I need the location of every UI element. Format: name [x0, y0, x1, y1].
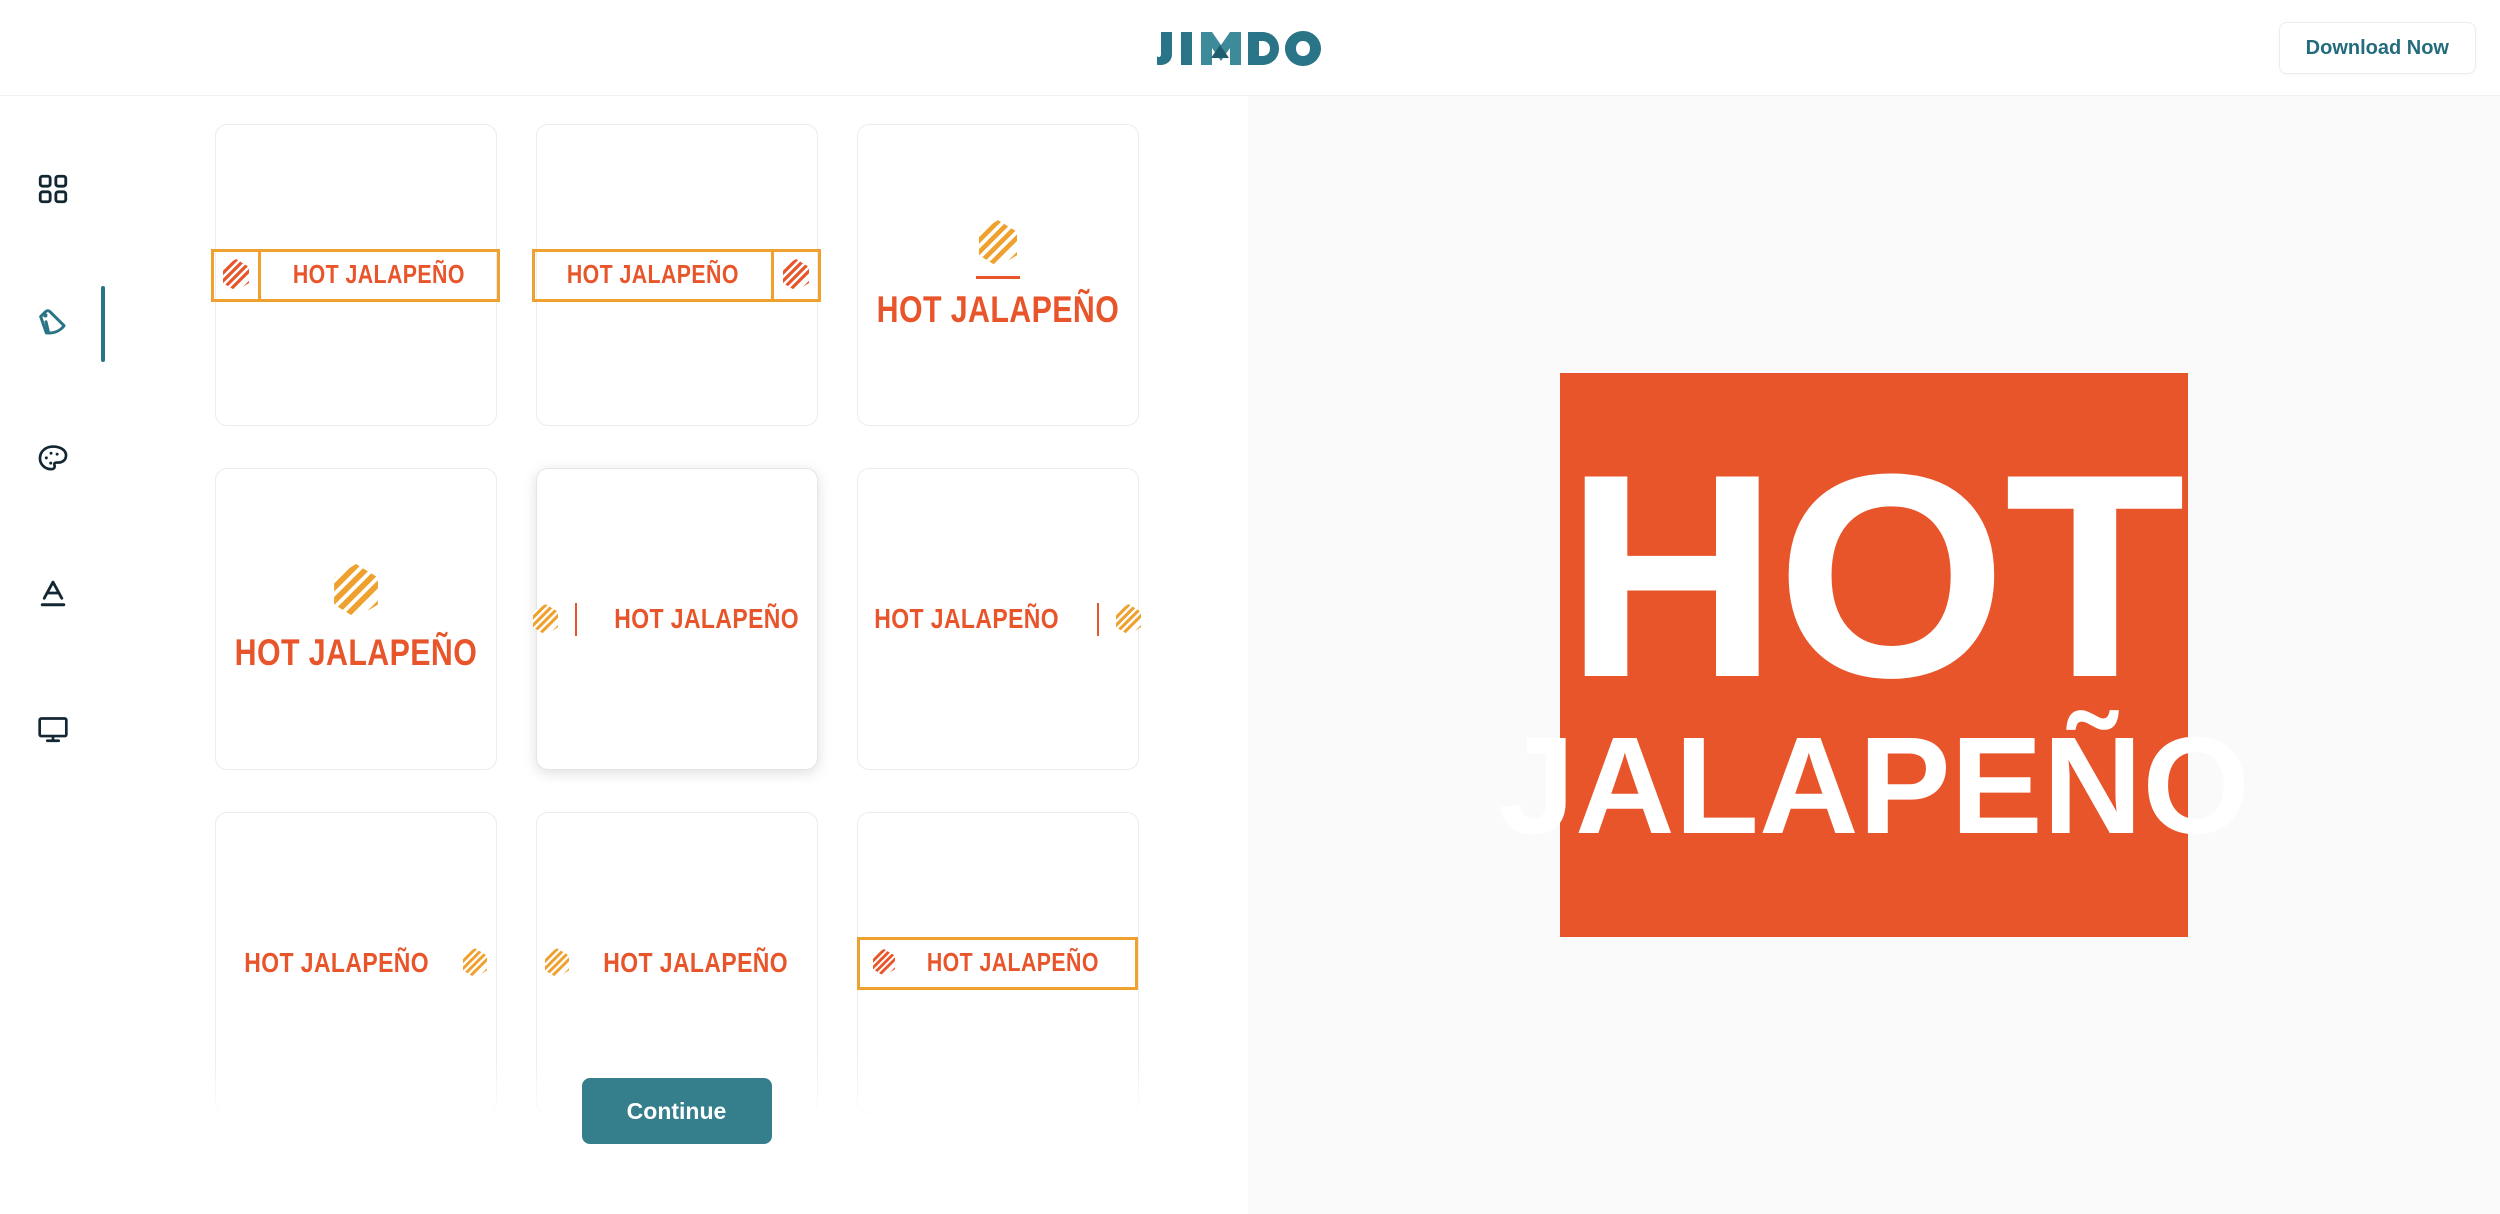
logo-brand-text: HOT JALAPEÑO [567, 258, 739, 289]
logo-lockup: HOT JALAPEÑO [208, 564, 504, 674]
monitor-icon [37, 716, 68, 742]
logo-preview-panel: HOT JALAPEÑO [1248, 96, 2500, 1214]
download-now-label: Download Now [2305, 36, 2449, 59]
logo-card-7[interactable]: HOT JALAPEÑO [214, 812, 497, 1114]
logo-brand-text: HOT JALAPEÑO [927, 946, 1099, 977]
logo-lockup: HOT JALAPEÑO [532, 248, 821, 302]
logo-brand-text: HOT JALAPEÑO [234, 632, 477, 673]
sidebar-item-logo[interactable] [0, 256, 105, 391]
logo-mark-cell [774, 252, 818, 299]
app-header: Download Now [0, 0, 2500, 96]
grid-icon [38, 174, 67, 203]
preview-line-1: HOT [1564, 413, 2185, 738]
hex-stripes-icon [873, 948, 896, 976]
logo-variant-grid: HOT JALAPEÑO HOT JALAPEÑO HOT JALAPEÑO H… [105, 96, 1248, 1114]
hex-stripes-icon [533, 603, 559, 635]
logo-preview: HOT JALAPEÑO [1498, 373, 2250, 937]
logo-lockup: HOT JALAPEÑO [533, 602, 819, 636]
continue-button[interactable]: Continue [581, 1078, 772, 1144]
hex-stripes-icon [463, 948, 488, 978]
palette-icon [38, 444, 67, 471]
sidebar-item-colors[interactable] [0, 391, 105, 526]
logo-text-cell: HOT JALAPEÑO [535, 252, 771, 299]
logo-brand-text: HOT JALAPEÑO [876, 288, 1119, 330]
preview-line-2: JALAPEÑO [1498, 709, 2250, 864]
left-sidebar [0, 96, 105, 1214]
logo-card-3[interactable]: HOT JALAPEÑO [856, 124, 1139, 426]
logo-card-6[interactable]: HOT JALAPEÑO [854, 468, 1141, 770]
logo-text-cell: HOT JALAPEÑO [261, 252, 497, 299]
tag-icon [38, 308, 66, 335]
logo-lockup: HOT JALAPEÑO [224, 947, 488, 979]
logo-lockup: HOT JALAPEÑO [857, 936, 1138, 990]
logo-brand-text: HOT JALAPEÑO [614, 603, 800, 634]
jimdo-wordmark-icon [1157, 30, 1321, 66]
logo-card-2[interactable]: HOT JALAPEÑO [532, 124, 821, 426]
logo-brand-text: HOT JALAPEÑO [244, 947, 429, 978]
jimdo-logo [1157, 28, 1343, 68]
logo-card-8[interactable]: HOT JALAPEÑO [535, 812, 818, 1114]
text-format-icon [40, 580, 65, 606]
download-now-button[interactable]: Download Now [2278, 22, 2476, 74]
logo-brand-text: HOT JALAPEÑO [874, 603, 1060, 634]
lockup-divider [1096, 602, 1099, 636]
logo-lockup: HOT JALAPEÑO [850, 219, 1146, 331]
lockup-divider [575, 602, 578, 636]
hex-stripes-icon [782, 259, 809, 291]
logo-variant-picker: HOT JALAPEÑO HOT JALAPEÑO HOT JALAPEÑO H… [105, 96, 1248, 1214]
hex-stripes-icon [978, 219, 1017, 267]
logo-brand-text: HOT JALAPEÑO [293, 258, 465, 289]
sidebar-item-fonts[interactable] [0, 526, 105, 661]
jimdo-logo-creator: Download Now HOT JALAPEÑO HOT JALAPEÑO H… [0, 0, 2500, 1214]
lockup-rule [975, 275, 1020, 279]
logo-lockup: HOT JALAPEÑO [854, 602, 1141, 636]
hex-stripes-icon [333, 564, 378, 618]
logo-mark-cell [214, 252, 258, 299]
logo-brand-text: HOT JALAPEÑO [603, 947, 788, 978]
hex-stripes-icon [223, 259, 250, 291]
logo-lockup: HOT JALAPEÑO [211, 248, 500, 302]
sidebar-item-preview[interactable] [0, 661, 105, 796]
hex-stripes-icon [544, 948, 569, 978]
sidebar-item-templates[interactable] [0, 121, 105, 256]
logo-card-9[interactable]: HOT JALAPEÑO [856, 812, 1139, 1114]
logo-card-5[interactable]: HOT JALAPEÑO [533, 468, 819, 770]
hex-stripes-icon [1115, 603, 1141, 635]
logo-card-4[interactable]: HOT JALAPEÑO [214, 468, 497, 770]
logo-card-1[interactable]: HOT JALAPEÑO [211, 124, 500, 426]
logo-lockup: HOT JALAPEÑO [544, 947, 808, 979]
